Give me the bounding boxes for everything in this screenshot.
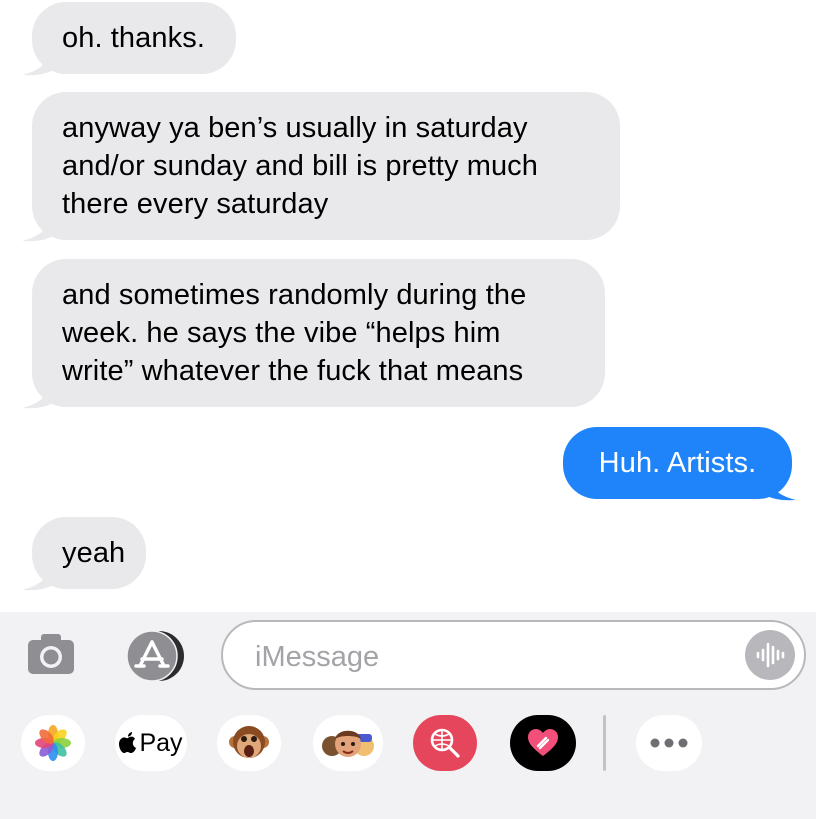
- web-search-icon: [430, 728, 460, 758]
- more-icon: [650, 738, 688, 748]
- drawer-divider: [603, 715, 606, 771]
- app-store-icon: [126, 630, 184, 682]
- message-text: anyway ya ben’s usually in saturday and/…: [62, 112, 539, 220]
- imessage-field[interactable]: [221, 620, 806, 690]
- received-message[interactable]: and sometimes randomly during the week. …: [32, 259, 605, 407]
- message-text: and sometimes randomly during the week. …: [62, 279, 527, 387]
- bubble-tail: [22, 50, 56, 76]
- message-input[interactable]: [253, 636, 737, 678]
- message-thread: oh. thanks. anyway ya ben’s usually in s…: [0, 0, 816, 612]
- animoji-button[interactable]: [217, 715, 281, 771]
- bubble-tail: [22, 383, 56, 409]
- sent-message[interactable]: Huh. Artists.: [563, 427, 792, 499]
- apple-pay-label: Pay: [139, 728, 183, 757]
- photos-icon: [35, 725, 71, 761]
- bubble-tail: [762, 475, 796, 501]
- camera-icon: [28, 634, 74, 674]
- message-text: yeah: [62, 537, 126, 569]
- message-text: Huh. Artists.: [598, 447, 757, 479]
- digital-touch-button[interactable]: [510, 715, 576, 771]
- more-apps-button[interactable]: [636, 715, 702, 771]
- audio-waveform-icon: [756, 642, 785, 668]
- bubble-tail: [22, 565, 56, 591]
- apple-logo-icon: [119, 732, 137, 753]
- bubble-tail: [22, 216, 56, 242]
- web-search-button[interactable]: [413, 715, 477, 771]
- digital-touch-icon: [528, 729, 558, 756]
- received-message[interactable]: oh. thanks.: [32, 2, 236, 74]
- app-store-button[interactable]: [120, 630, 190, 682]
- message-text: oh. thanks.: [62, 22, 205, 54]
- received-message[interactable]: anyway ya ben’s usually in saturday and/…: [32, 92, 620, 240]
- apple-pay-button[interactable]: Pay: [115, 715, 187, 771]
- animoji-monkey-icon: [229, 726, 269, 758]
- camera-button[interactable]: [25, 630, 77, 678]
- audio-message-button[interactable]: [745, 630, 795, 680]
- memoji-icon: [322, 730, 374, 757]
- memoji-button[interactable]: [313, 715, 383, 771]
- photos-app-button[interactable]: [21, 715, 85, 771]
